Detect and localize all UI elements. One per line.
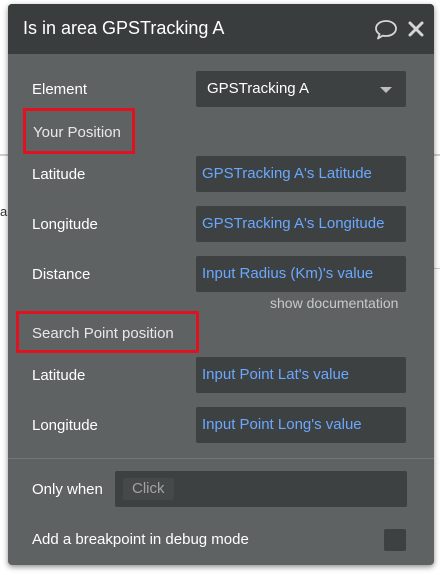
chevron-down-icon (380, 87, 392, 93)
element-label: Element (32, 81, 88, 98)
breakpoint-checkbox[interactable] (384, 529, 406, 551)
close-icon[interactable] (407, 20, 425, 38)
your-position-latitude-field[interactable]: GPSTracking A's Latitude (196, 156, 406, 192)
background-divider-right-2 (434, 268, 440, 269)
panel-titlebar: Is in area GPSTracking A (8, 4, 434, 54)
distance-field[interactable]: Input Radius (Km)'s value (196, 256, 406, 292)
search-point-longitude-field[interactable]: Input Point Long's value (196, 407, 406, 443)
background-divider-right (434, 154, 440, 156)
search-point-latitude-field[interactable]: Input Point Lat's value (196, 357, 406, 393)
background-divider-left (0, 154, 8, 156)
only-when-label: Only when (32, 481, 103, 498)
distance-value: Input Radius (Km)'s value (202, 265, 374, 282)
only-when-field[interactable]: Click (115, 471, 407, 507)
comment-bubble-icon[interactable] (374, 19, 398, 41)
condition-editor-panel: Is in area GPSTracking A Element GPSTrac… (8, 4, 434, 565)
element-dropdown-value: GPSTracking A (207, 80, 309, 97)
your-position-longitude-label: Longitude (32, 216, 98, 233)
search-point-longitude-value: Input Point Long's value (202, 416, 362, 433)
section-divider (8, 458, 434, 459)
search-point-latitude-label: Latitude (32, 367, 86, 384)
panel-title: Is in area GPSTracking A (23, 18, 225, 38)
breakpoint-label: Add a breakpoint in debug mode (32, 531, 249, 548)
your-position-header: Your Position (33, 124, 121, 141)
show-documentation-link[interactable]: show documentation (270, 295, 398, 311)
your-position-latitude-label: Latitude (32, 166, 86, 183)
search-point-latitude-value: Input Point Lat's value (202, 366, 350, 383)
search-point-longitude-label: Longitude (32, 417, 98, 434)
your-position-longitude-field[interactable]: GPSTracking A's Longitude (196, 206, 406, 242)
element-dropdown[interactable]: GPSTracking A (196, 71, 406, 107)
your-position-latitude-value: GPSTracking A's Latitude (202, 165, 372, 182)
only-when-placeholder[interactable]: Click (123, 478, 174, 500)
search-point-header: Search Point position (32, 325, 174, 342)
your-position-longitude-value: GPSTracking A's Longitude (202, 215, 385, 232)
background-text-fragment: a (0, 204, 8, 219)
distance-label: Distance (32, 266, 91, 283)
